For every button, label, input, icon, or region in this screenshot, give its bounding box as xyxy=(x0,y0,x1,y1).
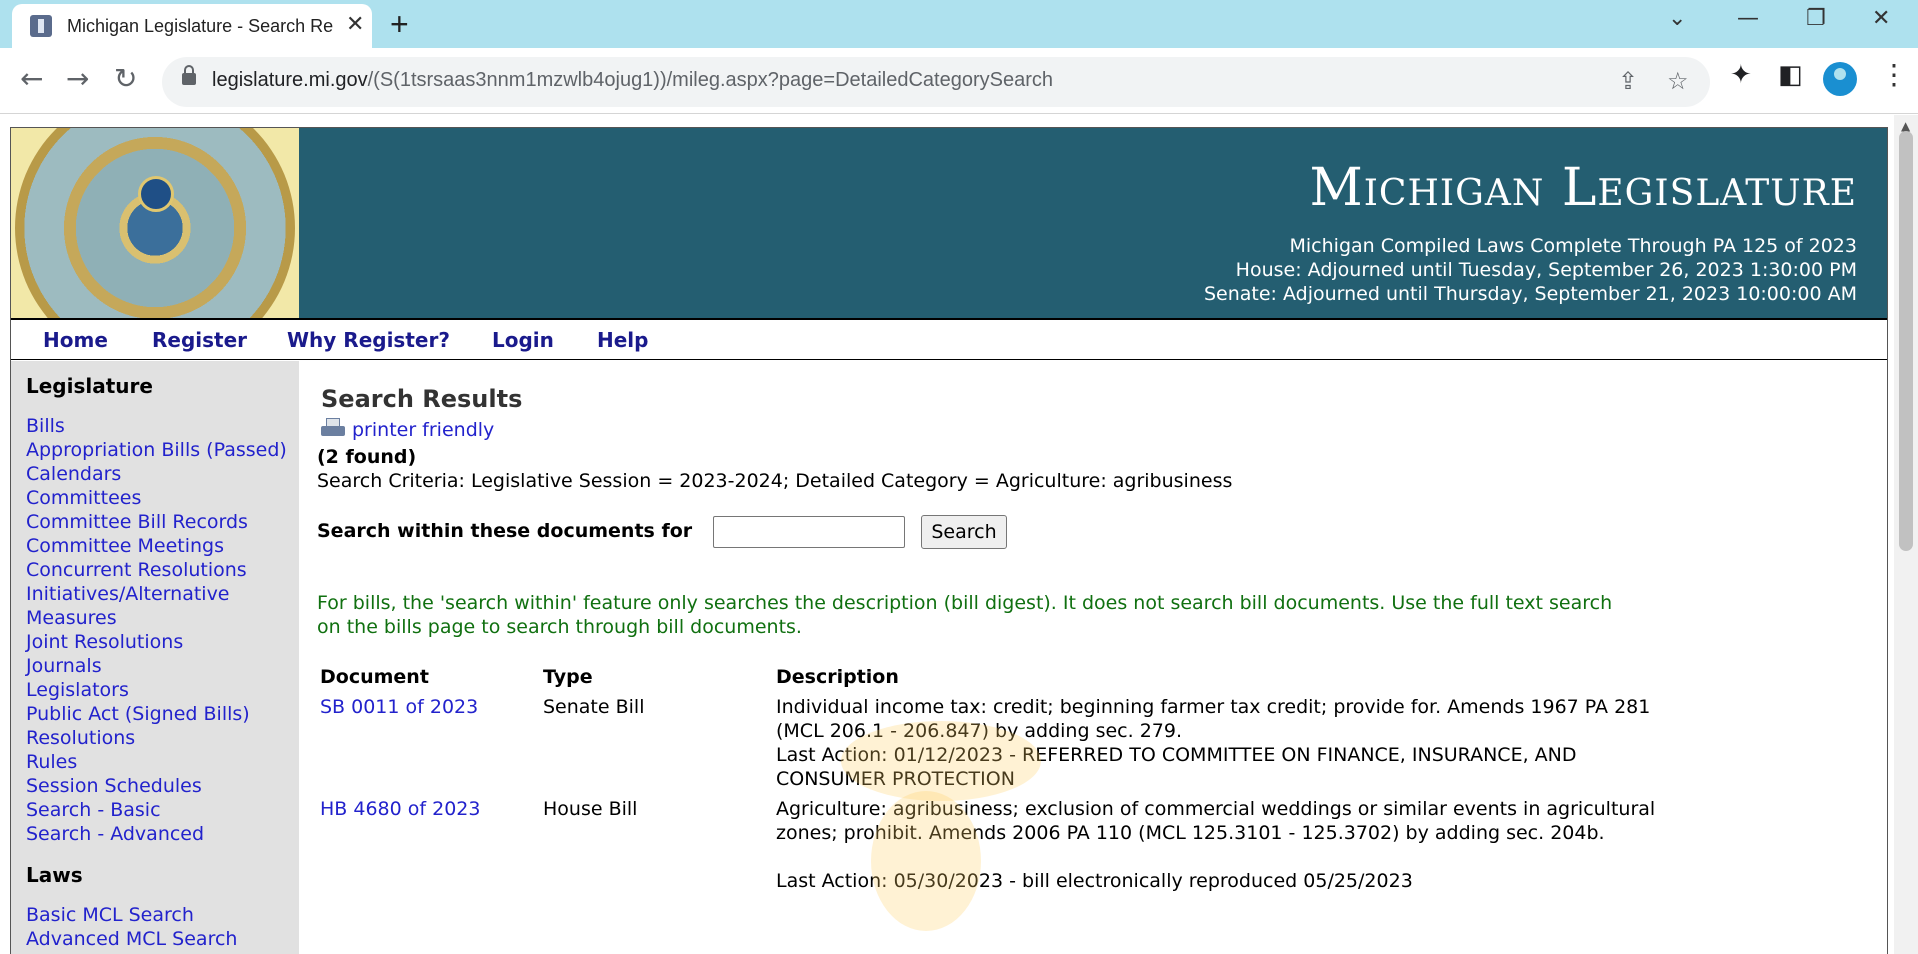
sidebar-item-committee-bill-records[interactable]: Committee Bill Records xyxy=(26,511,248,533)
forward-arrow-icon[interactable]: → xyxy=(66,62,89,95)
address-bar[interactable]: legislature.mi.gov/(S(1tsrsaas3nnm1mzwlb… xyxy=(162,57,1710,107)
legislature-page: Michigan Legislature Michigan Compiled L… xyxy=(10,127,1888,954)
scrollbar-thumb[interactable] xyxy=(1899,131,1913,551)
printer-friendly-link[interactable]: printer friendly xyxy=(352,419,494,441)
new-tab-icon[interactable]: + xyxy=(390,6,409,43)
sidebar-item-initiatives[interactable]: Initiatives/Alternative xyxy=(26,583,230,605)
capitol-dome-image xyxy=(11,128,299,318)
page-viewport: ▲ Michigan Legislature Michigan Compiled… xyxy=(0,115,1918,954)
lock-icon[interactable] xyxy=(182,65,196,85)
nav-login[interactable]: Login xyxy=(492,328,554,352)
bill-type: Senate Bill xyxy=(543,696,645,718)
bill-type: House Bill xyxy=(543,798,638,820)
column-header-description: Description xyxy=(776,666,899,688)
sidebar-item-legislators[interactable]: Legislators xyxy=(26,679,129,701)
close-tab-icon[interactable]: ✕ xyxy=(346,12,364,37)
url-text[interactable]: legislature.mi.gov/(S(1tsrsaas3nnm1mzwlb… xyxy=(212,69,1053,92)
sidebar-item-search-advanced[interactable]: Search - Advanced xyxy=(26,823,204,845)
extensions-puzzle-icon[interactable]: ✦ xyxy=(1730,60,1752,90)
capitol-favicon-icon xyxy=(30,15,52,37)
bookmark-star-icon[interactable]: ☆ xyxy=(1667,67,1689,95)
site-banner: Michigan Legislature Michigan Compiled L… xyxy=(11,128,1887,318)
profile-avatar-icon[interactable] xyxy=(1823,62,1857,96)
sidebar-item-journals[interactable]: Journals xyxy=(26,655,102,677)
sidebar-item-public-act[interactable]: Public Act (Signed Bills) xyxy=(26,703,250,725)
sidebar-item-committee-meetings[interactable]: Committee Meetings xyxy=(26,535,224,557)
senate-status: Senate: Adjourned until Thursday, Septem… xyxy=(1203,283,1857,305)
sidebar-item-basic-mcl-search[interactable]: Basic MCL Search xyxy=(26,904,194,926)
sidebar-item-search-basic[interactable]: Search - Basic xyxy=(26,799,161,821)
search-criteria: Search Criteria: Legislative Session = 2… xyxy=(317,470,1233,492)
house-status: House: Adjourned until Tuesday, Septembe… xyxy=(1235,259,1857,281)
browser-tab[interactable]: Michigan Legislature - Search Re ✕ xyxy=(12,4,372,48)
vertical-scrollbar[interactable]: ▲ xyxy=(1894,115,1918,954)
share-icon[interactable]: ⇪ xyxy=(1618,67,1638,95)
sidebar-item-resolutions[interactable]: Resolutions xyxy=(26,727,135,749)
nav-help[interactable]: Help xyxy=(597,328,648,352)
sidebar-item-session-schedules[interactable]: Session Schedules xyxy=(26,775,202,797)
back-arrow-icon[interactable]: ← xyxy=(20,62,43,95)
document-link[interactable]: SB 0011 of 2023 xyxy=(320,696,478,718)
compiled-laws-status: Michigan Compiled Laws Complete Through … xyxy=(1289,235,1858,257)
sidebar-item-joint-resolutions[interactable]: Joint Resolutions xyxy=(26,631,183,653)
document-link[interactable]: HB 4680 of 2023 xyxy=(320,798,480,820)
column-header-type: Type xyxy=(543,666,593,688)
sidebar-item-advanced-mcl-search[interactable]: Advanced MCL Search xyxy=(26,928,237,950)
printer-icon[interactable] xyxy=(321,418,345,440)
tab-strip: Michigan Legislature - Search Re ✕ + ⌄ —… xyxy=(0,0,1918,48)
top-nav: Home Register Why Register? Login Help xyxy=(11,318,1887,360)
sidebar-item-initiatives-measures[interactable]: Measures xyxy=(26,607,117,629)
page-title: Search Results xyxy=(321,385,523,413)
sidebar-item-calendars[interactable]: Calendars xyxy=(26,463,121,485)
search-within-note: For bills, the 'search within' feature o… xyxy=(317,592,1613,638)
sidebar-heading-legislature: Legislature xyxy=(26,374,153,398)
search-within-label: Search within these documents for xyxy=(317,520,693,542)
nav-why-register[interactable]: Why Register? xyxy=(287,328,450,352)
results-count: (2 found) xyxy=(317,446,417,468)
reload-icon[interactable]: ↻ xyxy=(114,62,137,95)
sidebar: Legislature Bills Appropriation Bills (P… xyxy=(11,361,299,954)
cursor-highlight xyxy=(841,721,1041,801)
sidebar-heading-laws: Laws xyxy=(26,863,83,887)
search-button[interactable]: Search xyxy=(921,515,1007,549)
restore-icon[interactable]: ❐ xyxy=(1806,6,1826,31)
nav-home[interactable]: Home xyxy=(43,328,108,352)
sidebar-item-rules[interactable]: Rules xyxy=(26,751,77,773)
main-content: Search Results printer friendly (2 found… xyxy=(311,361,1655,954)
sidebar-item-appropriation-bills[interactable]: Appropriation Bills (Passed) xyxy=(26,439,287,461)
site-title: Michigan Legislature xyxy=(1309,158,1857,218)
search-within-input[interactable] xyxy=(713,516,905,548)
nav-register[interactable]: Register xyxy=(152,328,247,352)
cursor-highlight xyxy=(871,791,981,931)
browser-toolbar: ← → ↻ legislature.mi.gov/(S(1tsrsaas3nnm… xyxy=(0,48,1918,114)
minimize-icon[interactable]: — xyxy=(1737,6,1759,31)
column-header-document: Document xyxy=(320,666,429,688)
tab-search-chevron-icon[interactable]: ⌄ xyxy=(1668,6,1686,31)
sidebar-item-bills[interactable]: Bills xyxy=(26,415,65,437)
browser-menu-icon[interactable]: ⋮ xyxy=(1880,58,1908,91)
sidebar-item-concurrent-resolutions[interactable]: Concurrent Resolutions xyxy=(26,559,247,581)
sidebar-item-committees[interactable]: Committees xyxy=(26,487,141,509)
close-window-icon[interactable]: ✕ xyxy=(1872,6,1890,31)
tab-title: Michigan Legislature - Search Re xyxy=(67,16,334,36)
side-panel-icon[interactable]: ◧ xyxy=(1778,60,1803,90)
